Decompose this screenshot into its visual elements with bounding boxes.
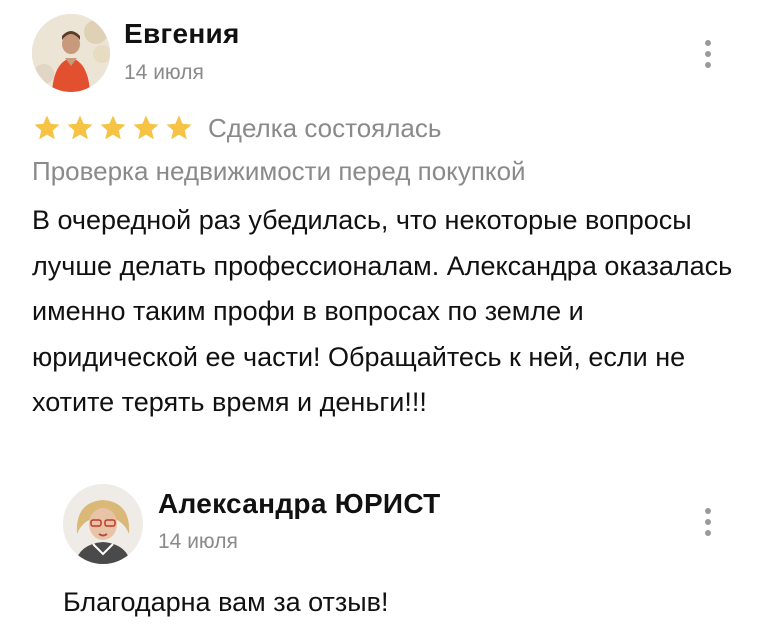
star-icon (133, 115, 159, 140)
rating-row: Сделка состоялась (32, 110, 441, 146)
dot (705, 508, 711, 514)
star-icon (100, 115, 126, 140)
dot (705, 519, 711, 525)
review-date: 14 июля (124, 61, 204, 84)
service-category: Проверка недвижимости перед покупкой (32, 156, 526, 186)
dot (705, 530, 711, 536)
star-icon (67, 115, 93, 140)
review-card: Евгения 14 июля Сделка состоялась Провер… (0, 0, 774, 630)
reply-date: 14 июля (158, 530, 238, 553)
reviewer-avatar[interactable] (32, 14, 110, 92)
reviewer-photo-icon (32, 14, 110, 92)
star-rating (32, 113, 194, 143)
reply-author-name[interactable]: Александра ЮРИСТ (158, 488, 441, 520)
reply-body: Благодарна вам за отзыв! (63, 587, 389, 617)
star-icon (166, 115, 192, 140)
deal-status: Сделка состоялась (208, 112, 442, 143)
more-vertical-icon[interactable] (696, 504, 720, 540)
review-body: В очередной раз убедилась, что некоторые… (32, 205, 733, 417)
star-icon (34, 115, 60, 140)
dot (705, 62, 711, 68)
more-vertical-icon[interactable] (696, 36, 720, 72)
dot (705, 51, 711, 57)
reviewer-name[interactable]: Евгения (124, 18, 240, 50)
reply-author-avatar[interactable] (63, 484, 143, 564)
reply-author-photo-icon (63, 484, 143, 564)
dot (705, 40, 711, 46)
